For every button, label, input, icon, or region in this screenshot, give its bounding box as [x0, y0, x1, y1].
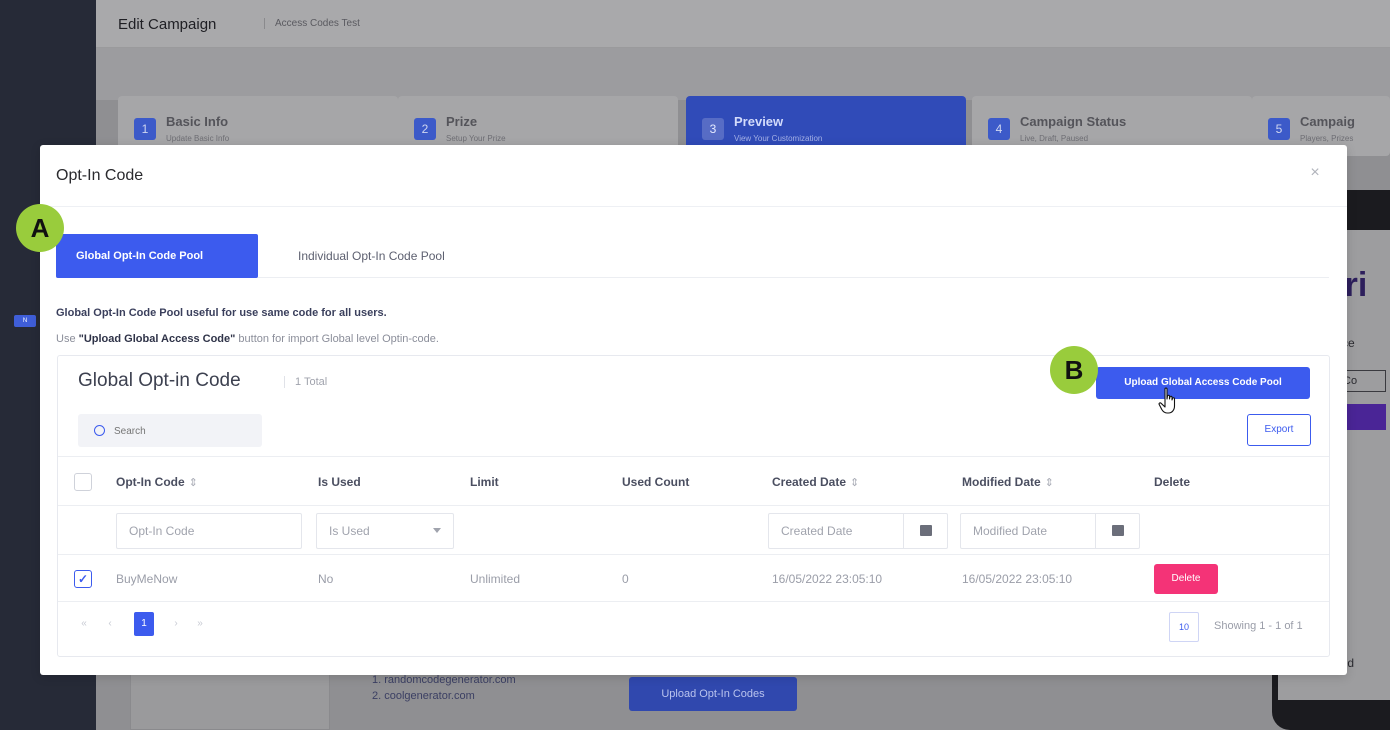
chevron-down-icon: [433, 528, 441, 533]
step-number: 3: [702, 118, 724, 140]
table-header: Opt-In Code ⇕ Is Used Limit Used Count Cr…: [58, 456, 1329, 506]
export-button[interactable]: Export: [1247, 414, 1311, 446]
column-label: Modified Date: [962, 475, 1041, 489]
is-used-filter[interactable]: Is Used: [316, 513, 454, 549]
close-icon[interactable]: ×: [1307, 165, 1323, 181]
page-button-current[interactable]: 1: [134, 612, 154, 636]
step-title: Prize: [446, 114, 478, 129]
filter-row: Opt-In Code Is Used Created Date Modifie…: [58, 507, 1329, 555]
search-icon: [94, 425, 105, 436]
column-label: Created Date: [772, 475, 847, 489]
step-number: 4: [988, 118, 1010, 140]
step-title: Basic Info: [166, 114, 229, 129]
step-subtitle: Setup Your Prize: [446, 134, 506, 143]
header-band: [96, 48, 1390, 100]
modified-date-filter[interactable]: Modified Date: [960, 513, 1140, 549]
upload-global-access-code-pool-button[interactable]: Upload Global Access Code Pool: [1096, 367, 1310, 399]
generator-link[interactable]: 2. coolgenerator.com: [372, 688, 516, 704]
hand-cursor-icon: [1158, 387, 1176, 414]
info-suffix: button for import Global level Optin-cod…: [235, 333, 439, 345]
page-header: Edit Campaign Access Codes Test: [96, 0, 1390, 48]
column-used-count: Used Count: [622, 475, 690, 489]
cell-is-used: No: [318, 572, 334, 586]
upload-optin-codes-button[interactable]: Upload Opt-In Codes: [629, 677, 797, 711]
modified-date-filter-value: Modified Date: [973, 524, 1048, 538]
step-number: 5: [1268, 118, 1290, 140]
step-subtitle: Update Basic Info: [166, 134, 230, 143]
step-subtitle: Players, Prizes: [1300, 134, 1354, 143]
is-used-filter-value: Is Used: [329, 524, 370, 538]
code-pool-tabs: Global Opt-In Code Pool Individual Opt-I…: [56, 234, 1329, 278]
next-page-button[interactable]: ›: [166, 612, 186, 636]
card-title: Global Opt-in Code: [78, 370, 241, 391]
annotation-marker-a: A: [16, 204, 64, 252]
column-label: Opt-In Code: [116, 475, 185, 489]
tab-global-pool[interactable]: Global Opt-In Code Pool: [56, 234, 258, 278]
showing-count: Showing 1 - 1 of 1: [1214, 620, 1303, 632]
cell-modified-date: 16/05/2022 23:05:10: [962, 572, 1073, 586]
last-page-button[interactable]: »: [190, 612, 210, 636]
modal-title: Opt-In Code: [56, 167, 144, 184]
calendar-icon[interactable]: [1095, 514, 1139, 548]
opt-in-code-modal: Opt-In Code × Global Opt-In Code Pool In…: [40, 145, 1347, 675]
created-date-filter[interactable]: Created Date: [768, 513, 948, 549]
column-modified-date[interactable]: Modified Date ⇕: [962, 475, 1054, 489]
global-code-card: Global Opt-in Code 1 Total Upload Global…: [57, 355, 1330, 657]
search-input[interactable]: [114, 422, 254, 440]
column-opt-in-code[interactable]: Opt-In Code ⇕: [116, 475, 198, 489]
select-all-checkbox[interactable]: [74, 473, 92, 491]
step-subtitle: Live, Draft, Paused: [1020, 134, 1089, 143]
page-title: Edit Campaign: [118, 16, 217, 33]
sort-icon[interactable]: ⇕: [850, 477, 859, 489]
info-highlight: "Upload Global Access Code": [78, 333, 236, 345]
column-delete: Delete: [1154, 475, 1191, 489]
cell-used-count: 0: [622, 572, 629, 586]
total-count: 1 Total: [284, 376, 327, 388]
annotation-marker-b: B: [1050, 346, 1098, 394]
first-page-button[interactable]: «: [74, 612, 94, 636]
row-checkbox[interactable]: ✓: [74, 570, 92, 588]
search-box[interactable]: [78, 414, 262, 447]
column-is-used: Is Used: [318, 475, 361, 489]
column-created-date[interactable]: Created Date ⇕: [772, 475, 859, 489]
step-subtitle: View Your Customization: [734, 134, 823, 143]
created-date-filter-value: Created Date: [781, 524, 853, 538]
table-row: ✓ BuyMeNow No Unlimited 0 16/05/2022 23:…: [58, 556, 1329, 602]
modal-header: Opt-In Code ×: [40, 145, 1347, 207]
tab-individual-pool[interactable]: Individual Opt-In Code Pool: [278, 234, 465, 278]
info-prefix: Use: [56, 333, 79, 345]
cell-limit: Unlimited: [470, 572, 521, 586]
sort-icon[interactable]: ⇕: [189, 477, 198, 489]
sidebar-badge: N: [14, 315, 36, 327]
page-size-select[interactable]: 10: [1169, 612, 1199, 642]
step-title: Campaign Status: [1020, 114, 1127, 129]
cell-created-date: 16/05/2022 23:05:10: [772, 572, 883, 586]
info-text: Global Opt-In Code Pool useful for use s…: [56, 307, 387, 319]
generator-links: 1. randomcodegenerator.com 2. coolgenera…: [372, 672, 516, 704]
step-number: 1: [134, 118, 156, 140]
step-title: Campaig: [1300, 114, 1355, 129]
delete-button[interactable]: Delete: [1154, 564, 1218, 594]
info-instruction: Use "Upload Global Access Code" button f…: [56, 333, 439, 345]
column-limit: Limit: [470, 475, 499, 489]
opt-in-code-filter[interactable]: Opt-In Code: [116, 513, 302, 549]
page-subtitle: Access Codes Test: [264, 18, 360, 29]
sort-icon[interactable]: ⇕: [1045, 477, 1054, 489]
step-title: Preview: [734, 114, 784, 129]
cell-opt-in-code: BuyMeNow: [116, 572, 178, 586]
calendar-icon[interactable]: [903, 514, 947, 548]
step-number: 2: [414, 118, 436, 140]
prev-page-button[interactable]: ‹: [100, 612, 120, 636]
